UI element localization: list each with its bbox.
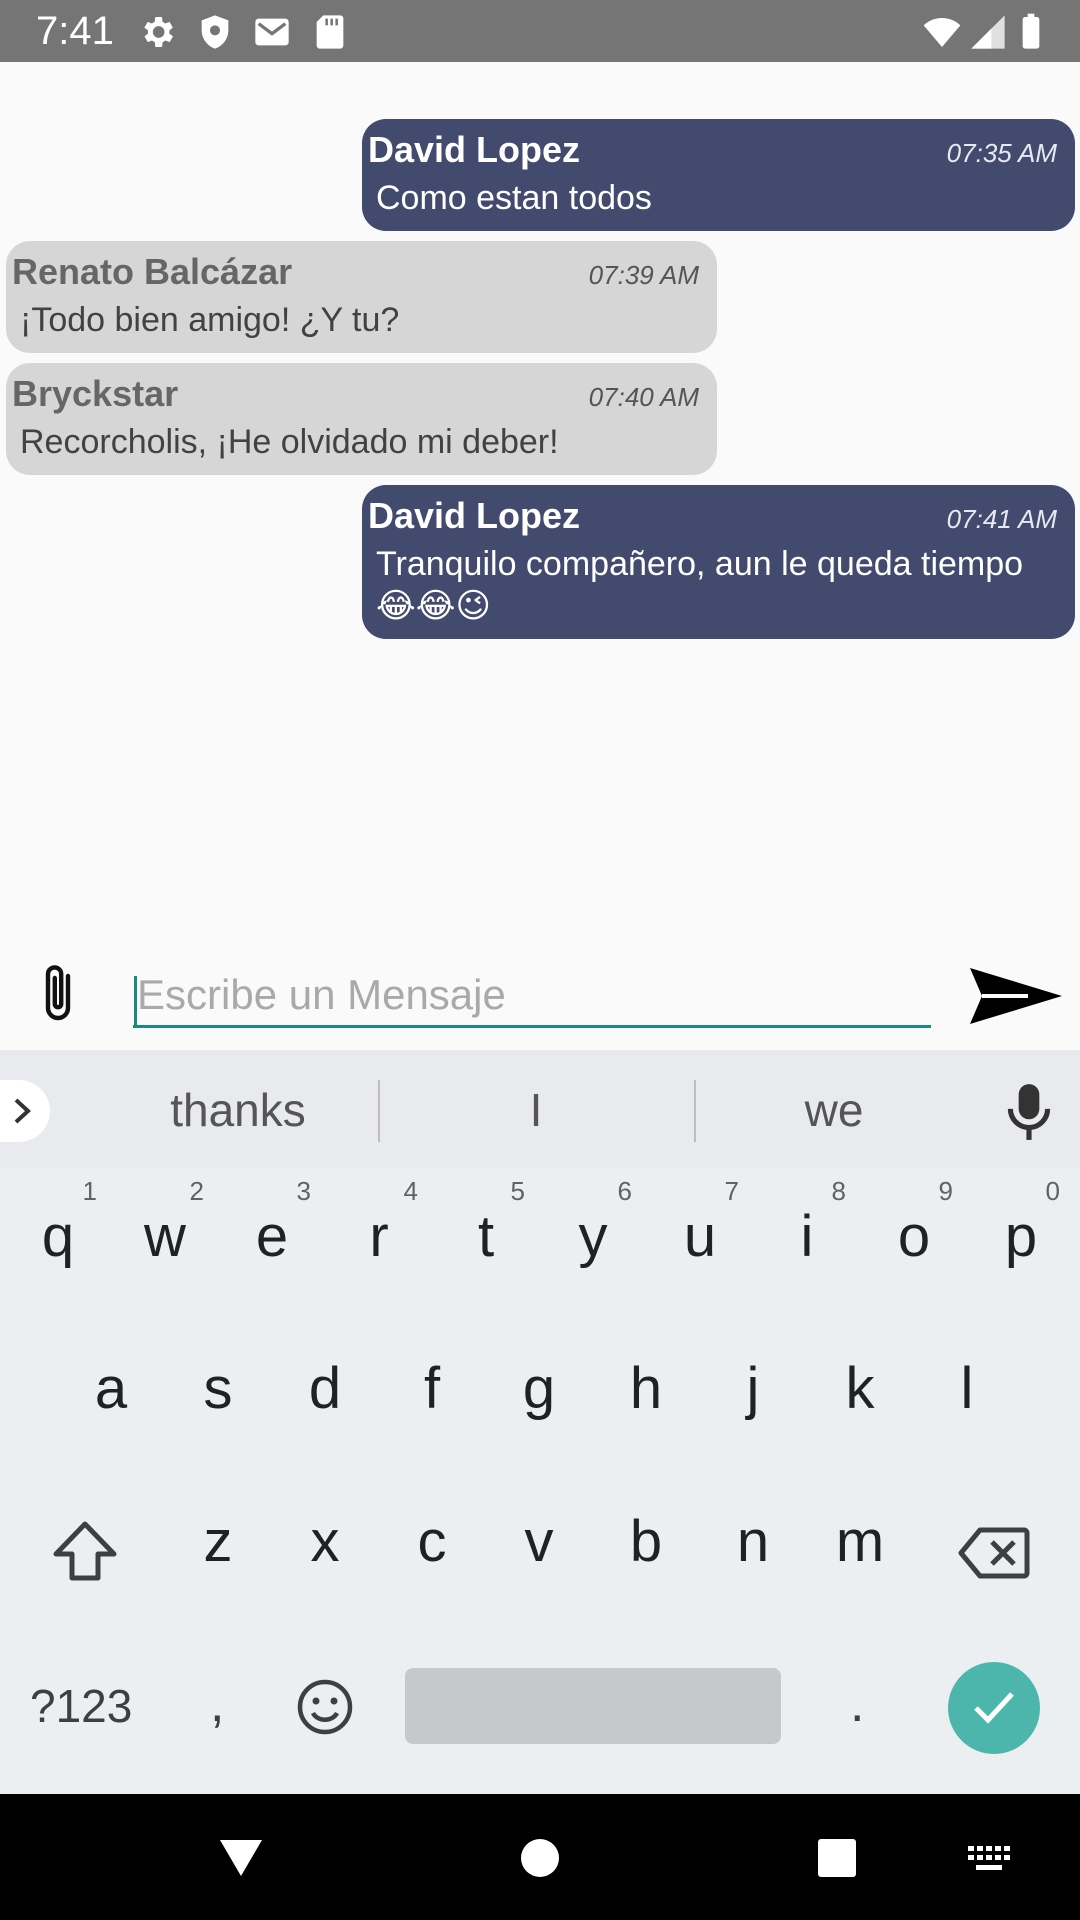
message-sender: David Lopez bbox=[368, 129, 581, 170]
key-r[interactable]: r4 bbox=[326, 1170, 432, 1300]
message-time: 07:35 AM bbox=[946, 138, 1057, 168]
microphone-icon[interactable] bbox=[1004, 1080, 1054, 1142]
message-composer bbox=[0, 942, 1080, 1050]
enter-button[interactable] bbox=[948, 1662, 1040, 1754]
backspace-icon[interactable] bbox=[958, 1526, 1030, 1580]
key-t[interactable]: t5 bbox=[433, 1170, 539, 1300]
key-c[interactable]: c bbox=[379, 1475, 485, 1605]
key-q[interactable]: q1 bbox=[5, 1170, 111, 1300]
recents-icon[interactable] bbox=[817, 1838, 857, 1878]
gmail-icon bbox=[255, 18, 289, 46]
key-f[interactable]: f bbox=[379, 1322, 485, 1452]
signal-icon bbox=[971, 15, 1005, 49]
chevron-right-icon bbox=[14, 1098, 31, 1124]
message-text: Recorcholis, ¡He olvidado mi deber! bbox=[20, 423, 559, 461]
status-time: 7:41 bbox=[36, 9, 114, 53]
suggestion-divider bbox=[378, 1080, 380, 1142]
message-time: 07:41 AM bbox=[946, 504, 1057, 534]
message-input[interactable] bbox=[133, 964, 931, 1028]
suggestion-item[interactable]: we bbox=[714, 1080, 954, 1140]
soft-keyboard: thanks I we q1 w2 e3 r4 t5 y6 u7 i8 o9 p… bbox=[0, 1050, 1080, 1794]
message-bubble-incoming[interactable]: Bryckstar 07:40 AM Recorcholis, ¡He olvi… bbox=[6, 363, 717, 475]
key-k[interactable]: k bbox=[807, 1322, 913, 1452]
key-o[interactable]: o9 bbox=[861, 1170, 967, 1300]
key-y[interactable]: y6 bbox=[540, 1170, 646, 1300]
attach-icon[interactable] bbox=[34, 960, 82, 1028]
text-cursor bbox=[134, 976, 137, 1028]
message-text: ¡Todo bien amigo! ¿Y tu? bbox=[20, 301, 400, 339]
suggestion-item[interactable]: thanks bbox=[118, 1080, 358, 1140]
status-bar: 7:41 bbox=[0, 0, 1080, 62]
home-icon[interactable] bbox=[520, 1838, 560, 1878]
key-g[interactable]: g bbox=[486, 1322, 592, 1452]
key-b[interactable]: b bbox=[593, 1475, 699, 1605]
battery-icon bbox=[1022, 13, 1040, 49]
key-d[interactable]: d bbox=[272, 1322, 378, 1452]
gear-icon bbox=[144, 17, 173, 47]
suggestion-item[interactable]: I bbox=[416, 1080, 656, 1140]
message-text: Como estan todos bbox=[376, 179, 652, 217]
shift-icon[interactable] bbox=[52, 1520, 118, 1582]
symbols-key[interactable]: ?123 bbox=[30, 1678, 132, 1734]
suggestion-strip: thanks I we bbox=[0, 1050, 1080, 1168]
key-x[interactable]: x bbox=[272, 1475, 378, 1605]
key-w[interactable]: w2 bbox=[112, 1170, 218, 1300]
message-sender: Bryckstar bbox=[12, 373, 179, 414]
suggestion-divider bbox=[694, 1080, 696, 1142]
key-i[interactable]: i8 bbox=[754, 1170, 860, 1300]
space-bar[interactable] bbox=[405, 1668, 781, 1744]
navigation-bar bbox=[0, 1794, 1080, 1920]
message-sender: David Lopez bbox=[368, 495, 581, 536]
shield-icon bbox=[201, 15, 229, 49]
message-time: 07:40 AM bbox=[588, 382, 699, 412]
key-period[interactable]: . bbox=[850, 1674, 864, 1734]
key-a[interactable]: a bbox=[58, 1322, 164, 1452]
key-m[interactable]: m bbox=[807, 1475, 913, 1605]
message-text: Tranquilo compañero, aun le queda tiempo… bbox=[376, 545, 1024, 625]
keyboard-switch-icon[interactable] bbox=[966, 1844, 1012, 1874]
send-icon[interactable] bbox=[968, 962, 1064, 1030]
key-s[interactable]: s bbox=[165, 1322, 271, 1452]
back-icon[interactable] bbox=[218, 1838, 264, 1878]
key-h[interactable]: h bbox=[593, 1322, 699, 1452]
key-comma[interactable]: , bbox=[210, 1674, 224, 1734]
key-u[interactable]: u7 bbox=[647, 1170, 753, 1300]
key-j[interactable]: j bbox=[700, 1322, 806, 1452]
key-n[interactable]: n bbox=[700, 1475, 806, 1605]
check-icon bbox=[974, 1692, 1014, 1724]
wifi-icon bbox=[923, 18, 961, 47]
expand-toolbar-button[interactable] bbox=[0, 1080, 50, 1142]
message-bubble-outgoing[interactable]: David Lopez 07:41 AM Tranquilo compañero… bbox=[362, 485, 1075, 639]
sd-card-icon bbox=[316, 15, 344, 49]
key-p[interactable]: p0 bbox=[968, 1170, 1074, 1300]
key-l[interactable]: l bbox=[914, 1322, 1020, 1452]
message-time: 07:39 AM bbox=[588, 260, 699, 290]
key-z[interactable]: z bbox=[165, 1475, 271, 1605]
key-v[interactable]: v bbox=[486, 1475, 592, 1605]
message-bubble-outgoing[interactable]: David Lopez 07:35 AM Como estan todos bbox=[362, 119, 1075, 231]
chat-message-list[interactable]: David Lopez 07:35 AM Como estan todos Re… bbox=[0, 62, 1080, 942]
emoji-icon[interactable] bbox=[296, 1678, 354, 1736]
message-sender: Renato Balcázar bbox=[12, 251, 293, 292]
key-e[interactable]: e3 bbox=[219, 1170, 325, 1300]
message-bubble-incoming[interactable]: Renato Balcázar 07:39 AM ¡Todo bien amig… bbox=[6, 241, 717, 353]
